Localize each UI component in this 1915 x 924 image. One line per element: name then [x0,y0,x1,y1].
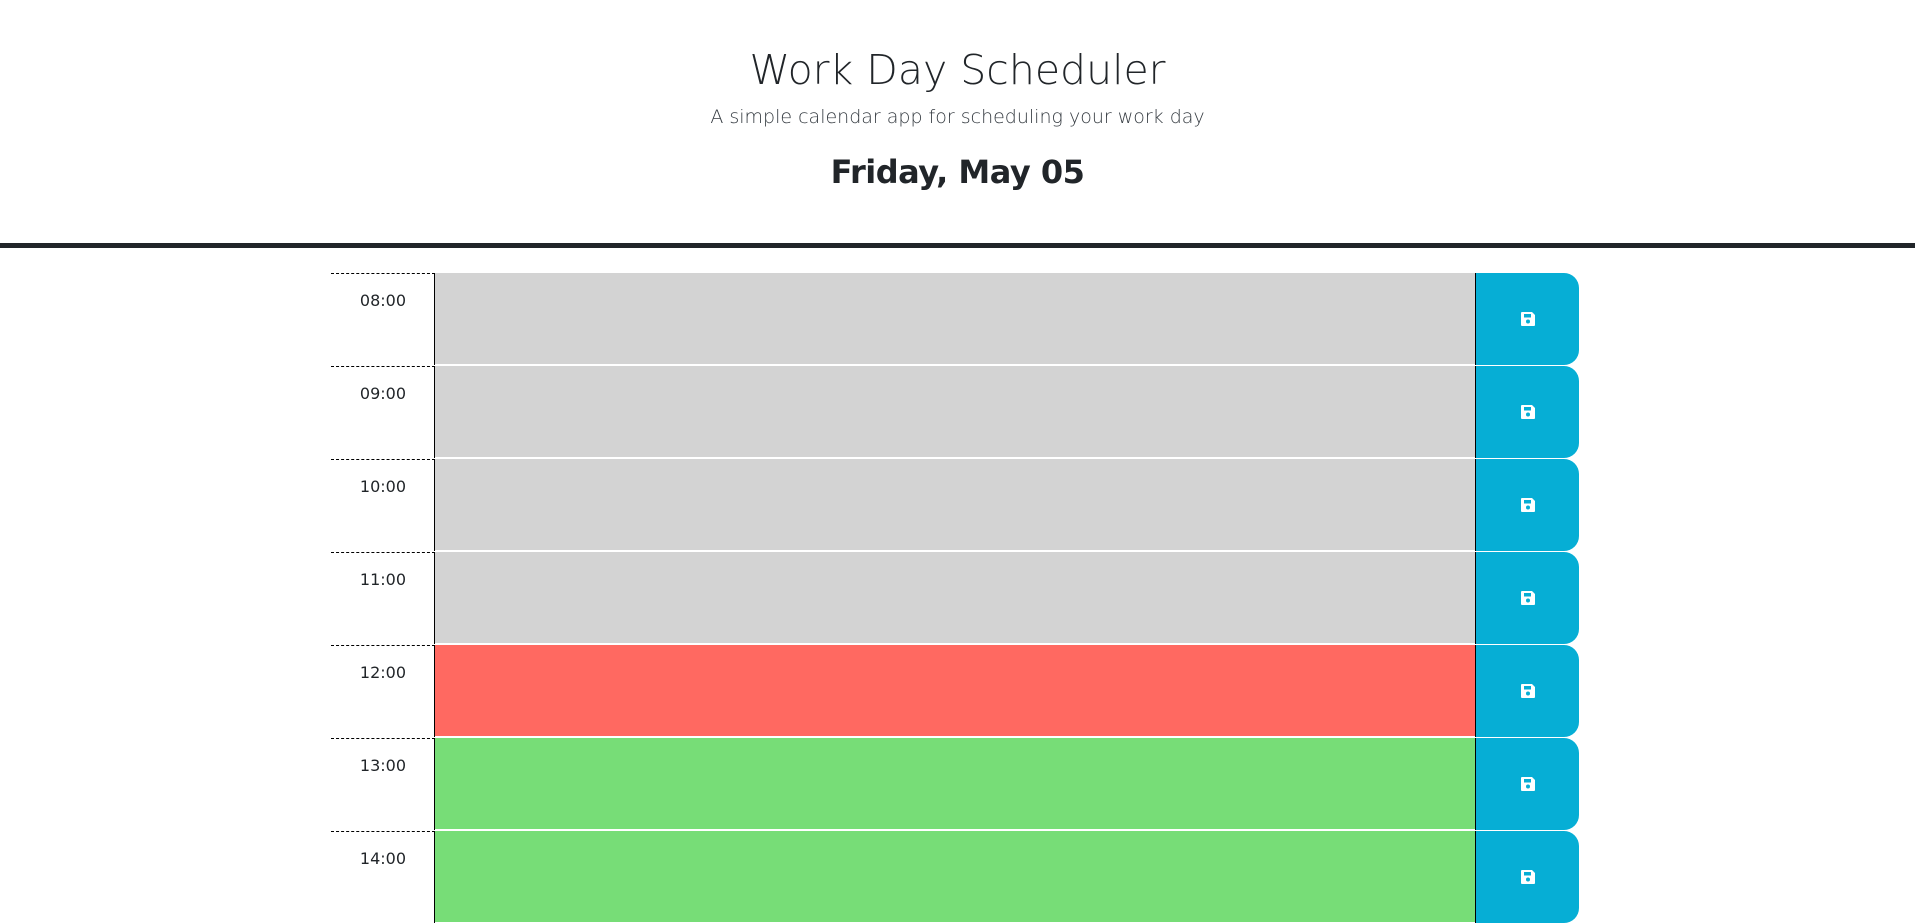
event-description[interactable] [435,738,1475,830]
event-description[interactable] [435,552,1475,644]
floppy-disk-icon [1520,312,1535,326]
event-description[interactable] [435,366,1475,458]
schedule-container: 08:00 09:00 10:00 11:00 12:00 13:00 14:0… [331,273,1579,924]
event-description[interactable] [435,273,1475,365]
time-block: 12:00 [331,645,1579,738]
hour-label: 09:00 [331,366,435,458]
save-button[interactable] [1475,366,1579,458]
floppy-disk-icon [1520,405,1535,419]
hour-label: 11:00 [331,552,435,644]
time-block: 13:00 [331,738,1579,831]
save-button[interactable] [1475,645,1579,737]
page-header: Work Day Scheduler A simple calendar app… [0,0,1915,248]
floppy-disk-icon [1520,591,1535,605]
save-button[interactable] [1475,552,1579,644]
time-block: 08:00 [331,273,1579,366]
floppy-disk-icon [1520,870,1535,884]
current-day: Friday, May 05 [830,153,1085,191]
save-button[interactable] [1475,459,1579,551]
event-description[interactable] [435,831,1475,923]
hour-label: 14:00 [331,831,435,923]
time-block: 09:00 [331,366,1579,459]
event-description[interactable] [435,645,1475,737]
save-button[interactable] [1475,831,1579,923]
page-title: Work Day Scheduler [749,46,1166,94]
floppy-disk-icon [1520,777,1535,791]
hour-label: 12:00 [331,645,435,737]
event-description[interactable] [435,459,1475,551]
time-block: 10:00 [331,459,1579,552]
time-block: 14:00 [331,831,1579,924]
floppy-disk-icon [1520,684,1535,698]
time-block: 11:00 [331,552,1579,645]
floppy-disk-icon [1520,498,1535,512]
hour-label: 08:00 [331,273,435,365]
save-button[interactable] [1475,273,1579,365]
save-button[interactable] [1475,738,1579,830]
page-subtitle: A simple calendar app for scheduling you… [710,106,1205,128]
hour-label: 13:00 [331,738,435,830]
hour-label: 10:00 [331,459,435,551]
